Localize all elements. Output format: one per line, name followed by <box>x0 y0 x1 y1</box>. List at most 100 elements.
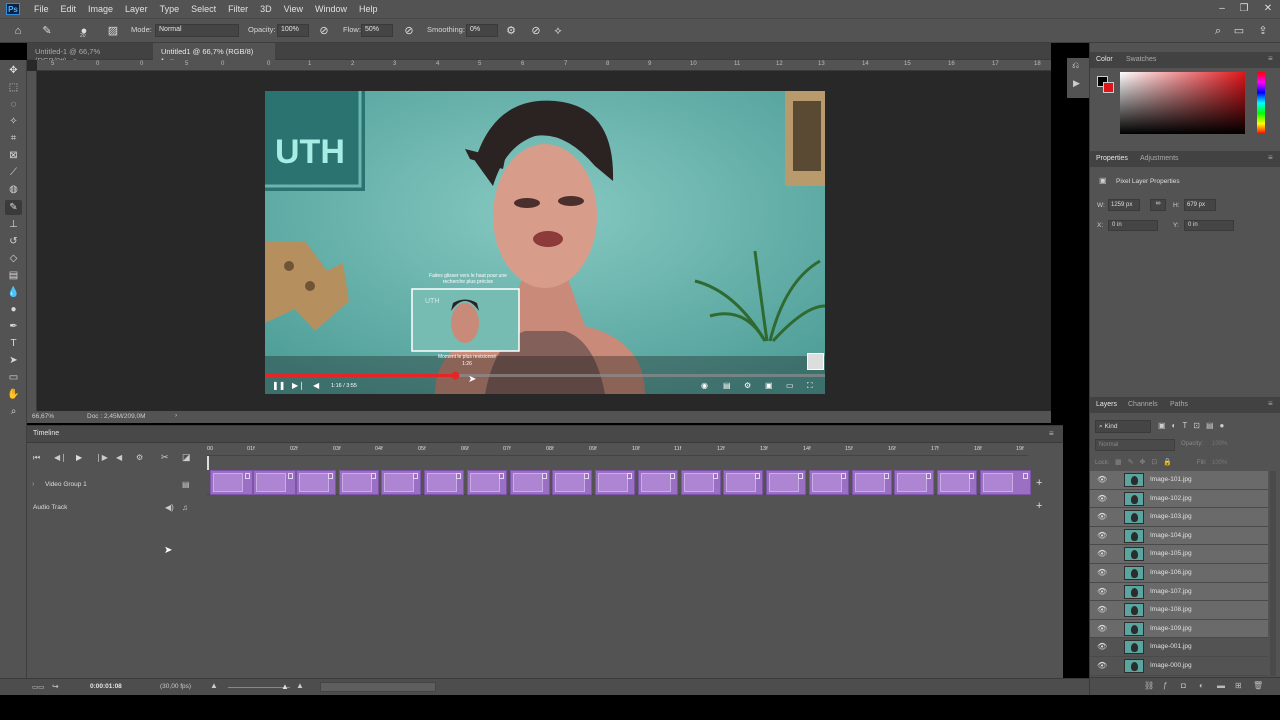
close-window-button[interactable]: ✕ <box>1256 0 1280 18</box>
zoom-tool-icon[interactable]: ⌕ <box>5 404 22 419</box>
brush-tool-icon[interactable]: ✎ <box>5 200 22 215</box>
video-group-label[interactable]: Video Group 1 <box>45 481 87 488</box>
y-input[interactable]: 0 in <box>1184 220 1234 231</box>
video-clip-frame[interactable] <box>510 470 550 495</box>
speaker-icon[interactable]: ◀) <box>165 503 174 512</box>
pen-tool-icon[interactable]: ✒ <box>5 319 22 334</box>
status-arrow[interactable]: › <box>175 412 177 419</box>
menu-window[interactable]: Window <box>309 4 353 14</box>
lock-icons[interactable]: ▦✎✥⊡🔒 <box>1115 458 1178 466</box>
layer-row[interactable]: 👁 Image-000.jpg <box>1090 657 1268 676</box>
fullscreen-icon[interactable]: ⛶ <box>807 381 813 391</box>
eye-icon[interactable]: 👁 <box>1097 624 1107 633</box>
timeline-settings-icon[interactable]: ⚙ <box>136 453 143 462</box>
x-input[interactable]: 0 in <box>1108 220 1158 231</box>
flow-input[interactable]: 50% <box>361 24 393 37</box>
layer-row[interactable]: 👁 Image-104.jpg <box>1090 526 1268 546</box>
color-field[interactable] <box>1120 72 1245 134</box>
next-frame-icon[interactable]: ❘▶ <box>95 453 108 462</box>
panel-menu-icon[interactable]: ≡ <box>1268 153 1273 162</box>
video-clip-frame[interactable] <box>595 470 635 495</box>
next-icon[interactable]: ▶❘ <box>292 381 305 390</box>
zoom-in-icon[interactable]: ▲ <box>296 681 304 690</box>
video-clip-frame[interactable] <box>339 470 379 495</box>
magic-wand-icon[interactable]: ✧ <box>5 114 22 129</box>
pressure-opacity-icon[interactable]: ⊘ <box>317 23 331 39</box>
link-layers-icon[interactable]: ⛓ <box>1144 681 1154 690</box>
channel-avatar[interactable] <box>807 353 824 370</box>
smoothing-input[interactable]: 0% <box>466 24 498 37</box>
eye-icon[interactable]: 👁 <box>1097 475 1107 484</box>
lasso-tool-icon[interactable]: ◌ <box>5 97 22 112</box>
panel-menu-icon[interactable]: ≡ <box>1268 54 1273 63</box>
menu-view[interactable]: View <box>278 4 309 14</box>
width-input[interactable]: 1259 px <box>1108 199 1140 211</box>
video-clip-frame[interactable] <box>937 470 977 495</box>
tab-color[interactable]: Color <box>1096 56 1113 63</box>
layers-scrollbar[interactable] <box>1270 471 1276 676</box>
play-icon[interactable]: ▶ <box>76 453 82 462</box>
zoom-slider-handle[interactable]: ▲ <box>281 682 289 691</box>
add-media-button[interactable]: + <box>1036 477 1042 489</box>
layer-row[interactable]: 👁 Image-107.jpg <box>1090 582 1268 602</box>
add-mask-icon[interactable]: ◘ <box>1181 681 1186 690</box>
brush-panel-icon[interactable]: ▨ <box>106 23 120 39</box>
panel-menu-icon[interactable]: ≡ <box>1268 399 1273 408</box>
frame-tool-icon[interactable]: ⊠ <box>5 148 22 163</box>
menu-file[interactable]: File <box>28 4 55 14</box>
eye-icon[interactable]: 👁 <box>1097 587 1107 596</box>
layer-filter-icons[interactable]: ▣◐T⊡▤● <box>1158 421 1230 430</box>
dodge-icon[interactable]: ● <box>5 302 22 317</box>
timeline-ruler[interactable]: 00 01f 02f 03f 04f 05f 06f 07f 08f 09f 1… <box>207 444 1028 456</box>
tab-properties[interactable]: Properties <box>1096 155 1128 162</box>
layer-row[interactable]: 👁 Image-001.jpg <box>1090 638 1268 657</box>
video-clip-frame[interactable] <box>296 470 336 495</box>
hand-tool-icon[interactable]: ✋ <box>5 387 22 402</box>
menu-image[interactable]: Image <box>82 4 119 14</box>
video-clip-frame[interactable] <box>681 470 721 495</box>
document-image[interactable]: UTH UTH Faites glisser vers le haut pour… <box>265 91 825 394</box>
rectangle-tool-icon[interactable]: ▭ <box>5 370 22 385</box>
video-progress-handle[interactable] <box>451 371 460 380</box>
airbrush-icon[interactable]: ⊘ <box>402 23 416 39</box>
gear-icon[interactable]: ⚙ <box>504 23 518 39</box>
blend-mode-select[interactable]: Normal <box>1095 439 1175 451</box>
settings-icon[interactable]: ⚙ <box>744 381 751 390</box>
video-clip-frame[interactable] <box>424 470 464 495</box>
eraser-icon[interactable]: ◇ <box>5 251 22 266</box>
tab-paths[interactable]: Paths <box>1170 401 1188 408</box>
menu-layer[interactable]: Layer <box>119 4 154 14</box>
workspace-icon[interactable]: ▭ <box>1232 23 1246 39</box>
pause-icon[interactable]: ❚❚ <box>272 381 285 390</box>
layer-opacity-value[interactable]: 100% <box>1212 441 1227 447</box>
volume-icon[interactable]: ◀ <box>313 381 319 390</box>
layer-row[interactable]: 👁 Image-105.jpg <box>1090 545 1268 564</box>
subtitles-icon[interactable]: ▤ <box>723 381 731 390</box>
transition-icon[interactable]: ◪ <box>182 452 191 463</box>
menu-help[interactable]: Help <box>353 4 384 14</box>
music-note-icon[interactable]: ♫ <box>182 503 188 512</box>
eye-icon[interactable]: 👁 <box>1097 642 1107 651</box>
video-clip-frame[interactable] <box>980 470 1031 495</box>
layer-row[interactable]: 👁 Image-108.jpg <box>1090 601 1268 620</box>
marquee-tool-icon[interactable]: ⬚ <box>5 80 22 95</box>
video-clip-frame[interactable] <box>894 470 934 495</box>
render-video-icon[interactable]: ↪ <box>52 682 59 691</box>
symmetry-icon[interactable]: ⟡ <box>551 23 565 39</box>
menu-edit[interactable]: Edit <box>55 4 83 14</box>
fill-value[interactable]: 100% <box>1212 460 1227 466</box>
timeline-scrollbar[interactable] <box>320 682 436 692</box>
home-icon[interactable]: ⌂ <box>11 23 25 39</box>
audio-mute-icon[interactable]: ◀ <box>116 453 122 462</box>
video-clip-frame[interactable] <box>723 470 763 495</box>
autoplay-toggle-icon[interactable]: ◉ <box>701 381 708 390</box>
tab-swatches[interactable]: Swatches <box>1126 56 1156 63</box>
brush-tool-icon[interactable]: ✎ <box>40 23 54 39</box>
height-input[interactable]: 679 px <box>1184 199 1216 211</box>
eye-icon[interactable]: 👁 <box>1097 661 1107 670</box>
path-select-icon[interactable]: ➤ <box>5 353 22 368</box>
layer-row[interactable]: 👁 Image-101.jpg <box>1090 471 1268 490</box>
layer-row[interactable]: 👁 Image-109.jpg <box>1090 619 1268 639</box>
playhead[interactable] <box>207 456 209 470</box>
zoom-level[interactable]: 66,67% <box>32 413 54 420</box>
